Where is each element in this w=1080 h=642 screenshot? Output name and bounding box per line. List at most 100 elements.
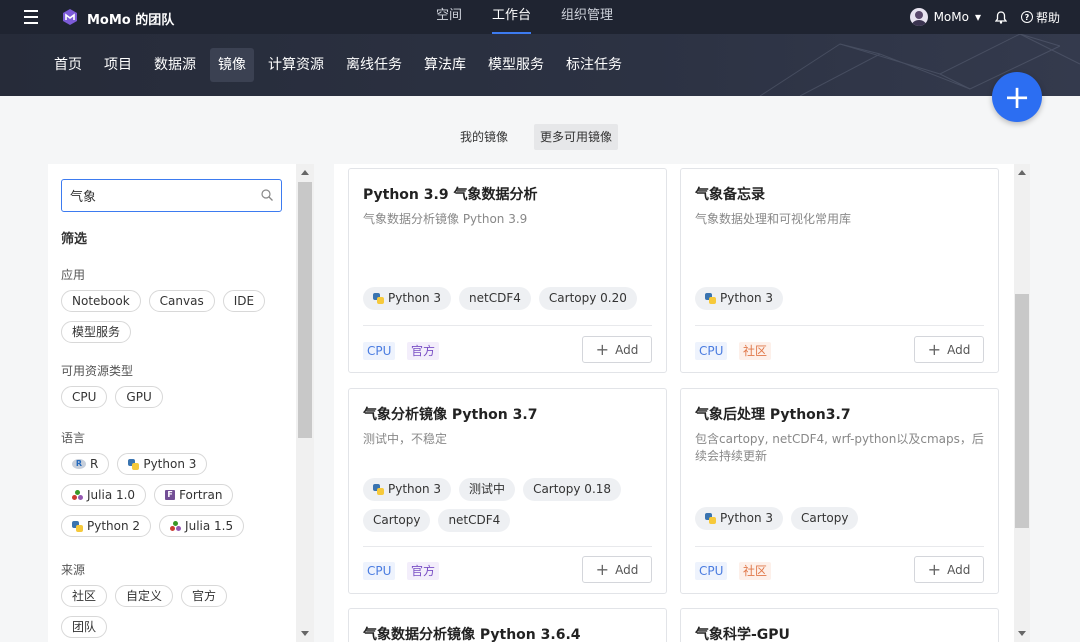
module-nav-home[interactable]: 首页 — [46, 48, 90, 82]
add-button[interactable]: + Add — [914, 556, 984, 583]
tag: netCDF4 — [459, 287, 531, 310]
image-list: Python 3.9 气象数据分析 气象数据分析镜像 Python 3.9 Py… — [334, 164, 1014, 642]
python-icon — [128, 458, 140, 470]
tag: netCDF4 — [438, 509, 511, 532]
chevron-down-icon: ▾ — [974, 10, 981, 24]
menu-icon[interactable] — [24, 10, 38, 24]
resource-badge: CPU — [695, 342, 728, 360]
filter-label-resource: 可用资源类型 — [61, 364, 134, 378]
module-nav-projects[interactable]: 项目 — [96, 48, 140, 82]
tab-more-images[interactable]: 更多可用镜像 — [534, 124, 619, 150]
filter-chip-julia10[interactable]: Julia 1.0 — [61, 484, 147, 506]
scroll-up-icon[interactable] — [1018, 170, 1026, 175]
card-description: 测试中，不稳定 — [363, 432, 448, 446]
scroll-up-icon[interactable] — [301, 170, 309, 175]
filter-chip-cpu[interactable]: CPU — [61, 386, 108, 408]
image-card[interactable]: 气象后处理 Python3.7 包含cartopy, netCDF4, wrf-… — [680, 388, 999, 594]
card-title: 气象备忘录 — [695, 187, 765, 203]
filter-chip-python2[interactable]: Python 2 — [61, 515, 152, 537]
scroll-down-icon[interactable] — [1018, 631, 1026, 636]
module-nav-compute[interactable]: 计算资源 — [260, 48, 332, 82]
card-title: 气象数据分析镜像 Python 3.6.4 — [363, 627, 581, 642]
add-button[interactable]: + Add — [914, 336, 984, 363]
search-icon[interactable] — [261, 189, 273, 201]
image-card[interactable]: Python 3.9 气象数据分析 气象数据分析镜像 Python 3.9 Py… — [348, 168, 667, 373]
filter-chip-team[interactable]: 团队 — [61, 616, 108, 638]
filter-group-source: 来源 社区 自定义 官方 团队 — [61, 561, 281, 638]
add-button[interactable]: + Add — [582, 556, 652, 583]
source-badge: 社区 — [739, 342, 772, 360]
r-language-icon: R — [72, 459, 86, 469]
card-description: 气象数据分析镜像 Python 3.9 — [363, 212, 528, 226]
module-nav-model-service[interactable]: 模型服务 — [480, 48, 552, 82]
source-badge: 官方 — [407, 342, 440, 360]
top-bar: MoMo 的团队 空间 工作台 组织管理 MoMo ▾ ? 帮助 — [0, 0, 1080, 34]
card-description: 气象数据处理和可视化常用库 — [695, 212, 852, 226]
create-button[interactable]: + — [992, 72, 1042, 122]
card-description: 包含cartopy, netCDF4, wrf-python以及cmaps，后续… — [695, 432, 984, 463]
image-card[interactable]: 气象备忘录 气象数据处理和可视化常用库 Python 3 CPU 社区 + Add — [680, 168, 999, 373]
top-nav-space[interactable]: 空间 — [436, 0, 462, 34]
filter-scrollbar[interactable] — [296, 164, 314, 642]
image-card[interactable]: 气象分析镜像 Python 3.7 测试中，不稳定 Python 3 测试中 C… — [348, 388, 667, 594]
card-title: 气象后处理 Python3.7 — [695, 407, 851, 423]
module-nav: 首页 项目 数据源 镜像 计算资源 离线任务 算法库 模型服务 标注任务 — [0, 34, 1080, 96]
python-icon — [705, 293, 716, 304]
scrollbar-thumb[interactable] — [298, 182, 312, 438]
image-card[interactable]: 气象数据分析镜像 Python 3.6.4 — [348, 608, 667, 642]
user-menu[interactable]: MoMo ▾ — [909, 8, 981, 26]
bell-icon[interactable] — [994, 10, 1007, 24]
python-icon — [705, 513, 716, 524]
julia-icon — [72, 490, 83, 500]
python-icon — [373, 293, 384, 304]
filter-chip-canvas[interactable]: Canvas — [148, 290, 215, 312]
search-input[interactable] — [70, 188, 250, 203]
filter-chip-official[interactable]: 官方 — [181, 585, 228, 607]
filter-chip-ide[interactable]: IDE — [222, 290, 266, 312]
help-link[interactable]: ? 帮助 — [1020, 9, 1060, 26]
filter-chip-julia15[interactable]: Julia 1.5 — [159, 515, 245, 537]
filter-chip-notebook[interactable]: Notebook — [61, 290, 141, 312]
tag: Python 3 — [695, 287, 784, 310]
module-nav-labeling[interactable]: 标注任务 — [558, 48, 630, 82]
search-box — [61, 179, 282, 212]
module-nav-images[interactable]: 镜像 — [210, 48, 254, 82]
tag: 测试中 — [459, 478, 516, 501]
filter-group-language: 语言 RR Python 3 Julia 1.0 F Fortran Python… — [61, 429, 281, 537]
resource-badge: CPU — [363, 562, 396, 580]
list-scrollbar[interactable] — [1014, 164, 1030, 642]
filter-chip-custom[interactable]: 自定义 — [115, 585, 174, 607]
plus-icon: + — [1003, 78, 1031, 116]
module-nav-algorithms[interactable]: 算法库 — [416, 48, 474, 82]
tag: Python 3 — [695, 507, 784, 530]
julia-icon — [170, 521, 182, 531]
image-card[interactable]: 气象科学-GPU — [680, 608, 999, 642]
scroll-down-icon[interactable] — [301, 631, 309, 636]
scrollbar-thumb[interactable] — [1015, 294, 1029, 528]
module-nav-offline-jobs[interactable]: 离线任务 — [338, 48, 410, 82]
plus-icon: + — [595, 339, 610, 359]
avatar — [909, 8, 928, 26]
filter-chip-model-service[interactable]: 模型服务 — [61, 321, 132, 343]
card-title: 气象分析镜像 Python 3.7 — [363, 407, 538, 423]
tab-my-images[interactable]: 我的镜像 — [454, 124, 514, 150]
user-name: MoMo — [933, 10, 969, 24]
filter-chip-gpu[interactable]: GPU — [115, 386, 163, 408]
add-button[interactable]: + Add — [582, 336, 652, 363]
plus-icon: + — [927, 559, 942, 579]
filter-chip-r[interactable]: RR — [61, 453, 110, 475]
divider — [695, 546, 984, 547]
filter-chip-python3[interactable]: Python 3 — [117, 453, 208, 475]
module-nav-datasources[interactable]: 数据源 — [146, 48, 204, 82]
team-logo-icon[interactable] — [61, 8, 79, 26]
tag: Python 3 — [363, 478, 452, 501]
filter-chip-fortran[interactable]: F Fortran — [154, 484, 234, 506]
filter-chip-community[interactable]: 社区 — [61, 585, 108, 607]
user-area: MoMo ▾ ? 帮助 — [909, 0, 1060, 34]
top-nav-org[interactable]: 组织管理 — [561, 0, 613, 34]
team-name[interactable]: MoMo 的团队 — [87, 9, 174, 28]
plus-icon: + — [927, 339, 942, 359]
top-nav-workbench[interactable]: 工作台 — [492, 0, 532, 34]
image-tabs: 我的镜像 更多可用镜像 — [454, 124, 619, 150]
tag: Cartopy 0.18 — [523, 478, 622, 501]
